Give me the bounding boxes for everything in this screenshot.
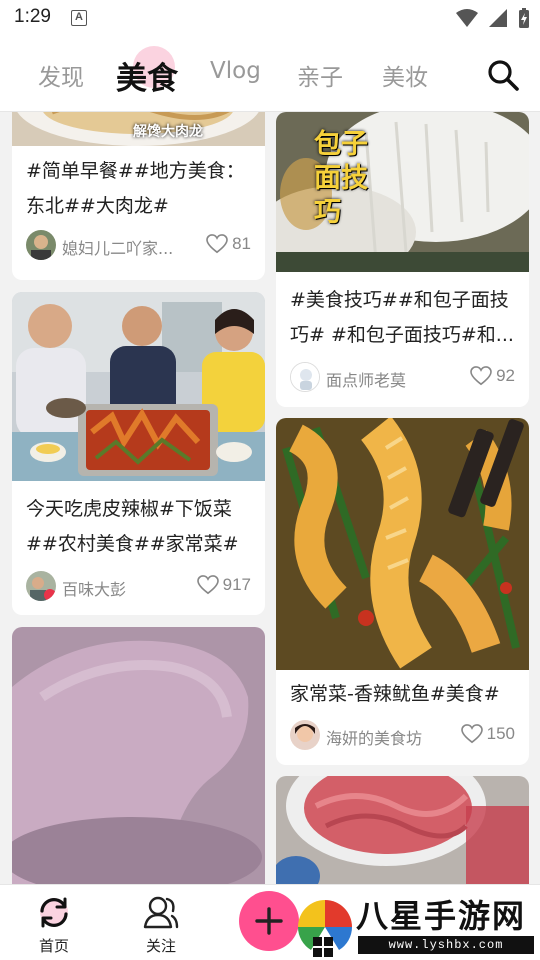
battery-icon (519, 8, 529, 28)
wifi-icon (456, 9, 478, 27)
nav-home-label: 首页 (38, 937, 69, 955)
watermark-text: 八星手游网 (356, 897, 527, 935)
feed-card[interactable]: 今天吃虎皮辣椒#下饭菜##农村美食##家常菜# 百味大彭 917 (12, 292, 265, 615)
card-meta: 媳妇儿二吖家... 81 (26, 230, 251, 260)
avatar[interactable] (290, 362, 320, 392)
tab-vlog[interactable]: Vlog (210, 58, 261, 84)
category-tabs: 发现 美食 Vlog 亲子 美妆 (0, 36, 540, 112)
search-icon[interactable] (486, 58, 520, 92)
card-title[interactable]: #美食技巧##和包子面技巧# #和包子面技巧#和... (290, 283, 515, 353)
avatar[interactable] (26, 571, 56, 601)
card-thumbnail[interactable]: 解馋大肉龙 (12, 112, 265, 146)
create-post-button[interactable] (239, 891, 299, 951)
author-name[interactable]: 百味大彭 (62, 576, 126, 600)
heart-icon[interactable] (196, 575, 219, 595)
nav-follow[interactable]: 关注 (126, 895, 196, 956)
watermark-url: www.lyshbx.com (358, 936, 534, 954)
card-thumbnail[interactable] (12, 292, 265, 481)
author-name[interactable]: 面点师老莫 (326, 367, 406, 391)
plus-icon (255, 907, 283, 935)
heart-icon[interactable] (460, 724, 483, 744)
feed-card[interactable]: 家常菜-香辣鱿鱼#美食# 海妍的美食坊 150 (276, 418, 529, 765)
card-title[interactable]: 今天吃虎皮辣椒#下饭菜##农村美食##家常菜# (26, 492, 251, 562)
notification-a-icon: A (71, 10, 87, 26)
card-thumbnail[interactable]: 包子面技巧 (276, 112, 529, 272)
feed-card[interactable]: 解馋大肉龙 #简单早餐##地方美食：东北##大肉龙# 媳妇儿二吖家... 81 (12, 112, 265, 280)
thumbnail-caption: 包子面技巧 (314, 129, 368, 228)
feed-card[interactable] (12, 627, 265, 884)
feed-card[interactable]: 包子面技巧 #美食技巧##和包子面技巧# #和包子面技巧#和... 面点师老莫 … (276, 112, 529, 407)
feed-card[interactable] (276, 776, 529, 884)
card-thumbnail[interactable] (12, 627, 265, 884)
people-icon (143, 896, 179, 929)
card-meta: 面点师老莫 92 (290, 362, 515, 392)
status-bar: 1:29 A (0, 0, 540, 36)
refresh-home-icon (40, 897, 68, 928)
card-thumbnail[interactable] (276, 776, 529, 884)
like-count[interactable]: 81 (206, 234, 251, 254)
watermark-logo-icon (298, 900, 352, 957)
heart-icon[interactable] (470, 366, 492, 386)
avatar[interactable] (290, 720, 320, 750)
thumbnail-caption: 解馋大肉龙 (133, 124, 203, 140)
like-count-value: 150 (486, 724, 515, 743)
card-title[interactable]: 家常菜-香辣鱿鱼#美食# (290, 677, 515, 712)
author-name[interactable]: 媳妇儿二吖家... (62, 235, 173, 259)
author-name[interactable]: 海妍的美食坊 (326, 725, 422, 749)
status-time: 1:29 (14, 6, 51, 27)
heart-icon[interactable] (206, 234, 228, 254)
card-meta: 海妍的美食坊 150 (290, 720, 515, 750)
avatar[interactable] (26, 230, 56, 260)
nav-home[interactable]: 首页 (19, 895, 89, 956)
like-count-value: 917 (222, 575, 251, 594)
card-thumbnail[interactable] (276, 418, 529, 670)
like-count[interactable]: 150 (460, 724, 515, 744)
card-meta: 百味大彭 917 (26, 571, 251, 601)
feed[interactable]: 解馋大肉龙 #简单早餐##地方美食：东北##大肉龙# 媳妇儿二吖家... 81 (0, 112, 540, 884)
like-count-value: 81 (232, 234, 251, 253)
status-icons (456, 7, 530, 29)
tab-makeup[interactable]: 美妆 (382, 58, 428, 92)
bottom-nav: 首页 关注 八星手游网 www.lyshbx.com (0, 884, 540, 960)
nav-follow-label: 关注 (145, 937, 176, 955)
like-count[interactable]: 92 (470, 366, 515, 386)
signal-icon (489, 9, 507, 27)
like-count-value: 92 (496, 366, 515, 385)
watermark: 八星手游网 www.lyshbx.com (294, 887, 540, 959)
like-count[interactable]: 917 (196, 575, 251, 595)
tab-food[interactable]: 美食 (116, 53, 178, 98)
tab-discover[interactable]: 发现 (38, 58, 84, 92)
tab-parenting[interactable]: 亲子 (297, 58, 343, 92)
card-title[interactable]: #简单早餐##地方美食：东北##大肉龙# (26, 154, 251, 224)
